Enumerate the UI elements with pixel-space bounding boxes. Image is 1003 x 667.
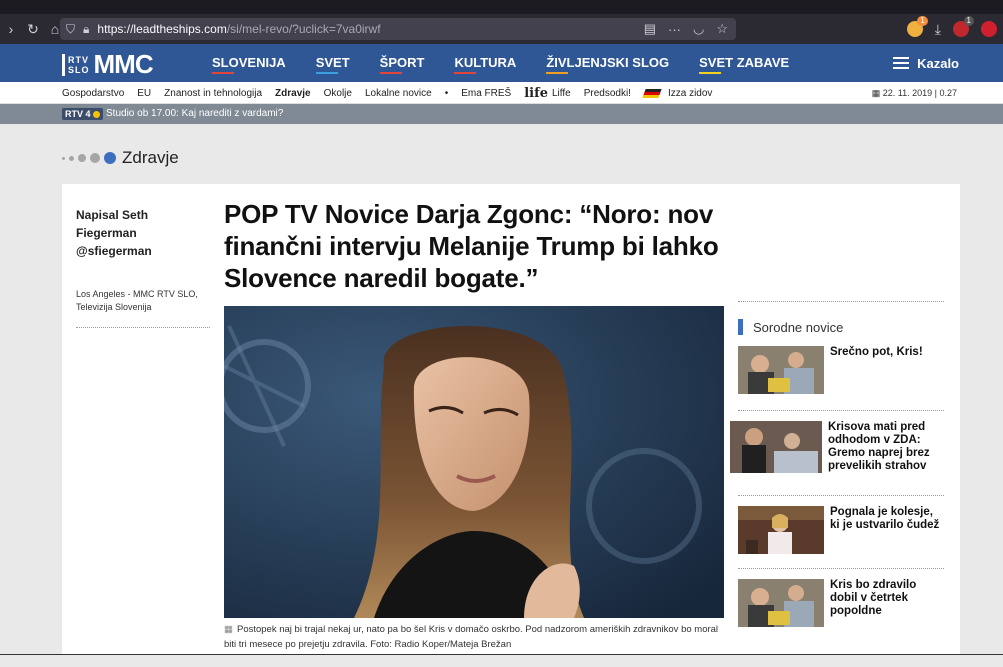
browser-toolbar: › ↻ ⌂ ⛉ 🔒︎ https://leadtheships.com /si/… — [0, 14, 1003, 44]
addon-icon[interactable] — [981, 21, 997, 37]
subnav-item-zdravje[interactable]: Zdravje — [275, 88, 311, 99]
nav-item-svet[interactable]: SVET — [315, 44, 350, 82]
reload-icon[interactable]: ↻ — [22, 14, 44, 44]
calendar-icon: ▦ — [871, 88, 883, 98]
related-item[interactable]: Kris bo zdravilo dobil v četrtek popoldn… — [738, 579, 944, 643]
bookmark-star-icon[interactable]: ☆ — [716, 21, 728, 37]
camera-icon: ▦ — [224, 624, 233, 635]
main-nav: SLOVENIJA SVET ŠPORT KULTURA ŽIVLJENJSKI… — [212, 44, 819, 82]
section-dot — [69, 155, 74, 161]
divider — [76, 327, 210, 328]
hamburger-icon — [893, 57, 910, 69]
reader-view-icon[interactable]: ▤ — [644, 21, 656, 37]
nav-item-sport[interactable]: ŠPORT — [379, 44, 424, 82]
rtv4-badge: RTV 4 — [62, 108, 103, 120]
german-flag-icon — [642, 88, 662, 98]
nav-item-slovenija[interactable]: SLOVENIJA — [212, 44, 286, 82]
download-icon[interactable]: ⤓ — [935, 21, 941, 38]
live-ticker[interactable]: RTV 4 Studio ob 17.00: Kaj narediti z va… — [0, 104, 1003, 124]
page-actions-icon[interactable]: ··· — [668, 22, 681, 37]
current-date: ▦ 22. 11. 2019 | 0.27 — [871, 88, 957, 98]
shield-icon[interactable]: ⛉ — [66, 22, 75, 37]
article-dateline: Los Angeles - MMC RTV SLO, Televizija Sl… — [76, 289, 198, 312]
forward-icon[interactable]: › — [0, 14, 22, 44]
section-dot — [78, 154, 86, 162]
life-logo[interactable]: life — [524, 86, 548, 101]
related-thumbnail[interactable] — [730, 421, 822, 473]
related-thumbnail[interactable] — [738, 506, 824, 554]
subnav-item-gospodarstvo[interactable]: Gospodarstvo — [62, 88, 124, 99]
divider — [738, 410, 944, 411]
related-item-title[interactable]: Pognala je kolesje, ki je ustvarilo čude… — [830, 506, 944, 568]
article-photo[interactable] — [224, 306, 724, 618]
logo-mmc: MMC — [93, 49, 154, 79]
url-bar[interactable]: ⛉ 🔒︎ https://leadtheships.com /si/mel-re… — [60, 18, 736, 40]
ublock-icon[interactable]: 1 — [953, 16, 974, 37]
window-bottom-edge — [0, 654, 1003, 667]
subnav-item-liffe[interactable]: Liffe — [552, 88, 571, 99]
subnav-item-okolje[interactable]: Okolje — [324, 88, 352, 99]
photo-caption: ▦ Postopek naj bi trajal nekaj ur, nato p… — [224, 624, 719, 650]
section-heading: Zdravje — [62, 146, 179, 170]
divider — [738, 301, 944, 302]
rtv-mmc-logo[interactable]: RTV SLO MMC — [62, 49, 154, 80]
article-photo-illustration — [224, 306, 724, 618]
subnav-item-znanost[interactable]: Znanost in tehnologija — [164, 88, 262, 99]
subnav-item-ema-fres[interactable]: Ema FREŠ — [461, 88, 511, 99]
subnav-item-eu[interactable]: EU — [137, 88, 151, 99]
article-author[interactable]: Napisal Seth Fiegerman @sfiegerman — [76, 206, 206, 260]
related-news: Sorodne novice Srečno pot, Kris! Krisova… — [730, 301, 944, 643]
logo-mark — [62, 53, 65, 76]
subnav-item-lokalne-novice[interactable]: Lokalne novice — [365, 88, 432, 99]
article-headline: POP TV Novice Darja Zgonc: “Noro: nov fi… — [224, 199, 719, 293]
logo-rtv-top: RTV — [68, 54, 89, 65]
related-item-title[interactable]: Srečno pot, Kris! — [830, 346, 923, 410]
related-news-heading: Sorodne novice — [738, 318, 944, 336]
pocket-icon[interactable]: ◡ — [693, 21, 704, 37]
nav-item-svet-zabave[interactable]: SVET ZABAVE — [699, 44, 789, 82]
url-host: https://leadtheships.com — [97, 22, 227, 36]
lock-icon: 🔒︎ — [83, 21, 90, 36]
related-item[interactable]: Krisova mati pred odhodom v ZDA: Gremo n… — [730, 421, 944, 495]
browser-tabstrip — [0, 0, 1003, 14]
related-item[interactable]: Pognala je kolesje, ki je ustvarilo čude… — [738, 506, 944, 568]
section-dot — [90, 153, 100, 163]
logo-rtv-bottom: SLO — [68, 64, 90, 75]
section-dot — [62, 156, 65, 160]
subnav-separator: • — [444, 87, 449, 99]
nav-item-kultura[interactable]: KULTURA — [454, 44, 516, 82]
related-item-title[interactable]: Kris bo zdravilo dobil v četrtek popoldn… — [830, 579, 944, 643]
ticker-text[interactable]: Studio ob 17.00: Kaj narediti z vardami? — [106, 104, 283, 124]
sub-nav: Gospodarstvo EU Znanost in tehnologija Z… — [0, 82, 1003, 104]
nav-item-zivljenjski-slog[interactable]: ŽIVLJENJSKI SLOG — [546, 44, 669, 82]
site-header: RTV SLO MMC SLOVENIJA SVET ŠPORT KULTURA… — [0, 44, 1003, 82]
extension-icon[interactable]: 1 — [906, 16, 928, 37]
article-card: Napisal Seth Fiegerman @sfiegerman Los A… — [62, 184, 960, 654]
divider — [738, 568, 944, 569]
related-thumbnail[interactable] — [738, 346, 824, 394]
url-path: /si/mel-revo/?uclick=7va0irwf — [226, 22, 381, 36]
related-item-title[interactable]: Krisova mati pred odhodom v ZDA: Gremo n… — [828, 421, 944, 495]
related-thumbnail[interactable] — [738, 579, 824, 627]
subnav-item-izza-zidov[interactable]: Izza zidov — [668, 88, 712, 99]
related-item[interactable]: Srečno pot, Kris! — [738, 346, 944, 410]
section-label[interactable]: Zdravje — [122, 148, 179, 168]
section-dot-active — [104, 152, 116, 164]
subnav-item-predsodki[interactable]: Predsodki! — [584, 88, 631, 99]
divider — [738, 495, 944, 496]
menu-button[interactable]: Kazalo — [893, 44, 959, 82]
